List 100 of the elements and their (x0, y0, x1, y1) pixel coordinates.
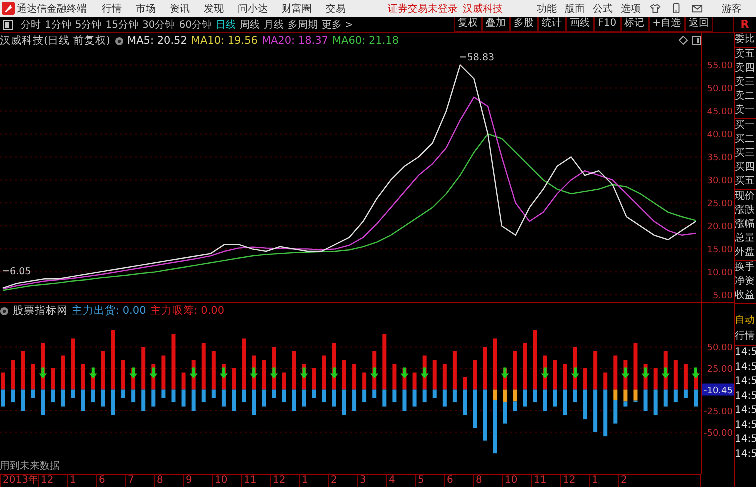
date-label: 1 (299, 475, 328, 487)
section-tab[interactable]: 行情 (735, 329, 756, 346)
shirt-icon[interactable] (650, 3, 661, 14)
menu-item[interactable]: 问小达 (238, 2, 268, 16)
gear-icon[interactable] (0, 306, 9, 316)
menu-item[interactable]: 发现 (204, 2, 224, 16)
date-label: 12 (38, 475, 67, 487)
chart-tool-button[interactable]: 多股 (510, 17, 538, 32)
date-label: 8 (154, 475, 183, 487)
menu-item[interactable]: 财富圈 (282, 2, 312, 16)
down-arrow-icon (150, 368, 158, 379)
chart-tool-button[interactable]: F10 (594, 17, 621, 32)
panel-toggle-icon[interactable] (3, 20, 13, 30)
corner-label[interactable]: R (733, 16, 756, 32)
down-arrow-icon (220, 368, 228, 379)
chart-tool-button[interactable]: +自选 (648, 17, 685, 32)
date-label: 12 (560, 475, 589, 487)
stock-chart-title: 汉威科技(日线 前复权) (0, 34, 111, 48)
date-label: 5 (415, 475, 444, 487)
down-arrow-icon (692, 368, 700, 379)
down-arrow-icon (541, 368, 550, 379)
chart-tool-button[interactable]: 统计 (538, 17, 566, 32)
down-arrow-icon (420, 368, 429, 379)
chart-tool-button[interactable]: 标记 (620, 17, 649, 32)
date-label: 11 (241, 475, 270, 487)
period-tab[interactable]: 周线 (240, 18, 260, 32)
menu-item[interactable]: 交易 (326, 2, 346, 16)
quote-field-label: 外盘 (735, 246, 756, 260)
date-label: 2013年 (0, 475, 38, 487)
app-title: 通达信金融终端 (17, 2, 87, 16)
period-tab[interactable]: 更多 > (322, 18, 354, 32)
period-tab[interactable]: 30分钟 (142, 18, 176, 32)
axis-label: 50.00 (707, 84, 733, 95)
low-price-label: 6.05 (2, 266, 32, 278)
date-label: 3 (357, 475, 386, 487)
chart-tool-button[interactable]: 画线 (566, 17, 594, 32)
axis-label: 35.00 (707, 154, 733, 164)
down-arrow-icon (400, 368, 409, 379)
moving-average-value: MA10: 19.56 (191, 35, 258, 47)
warning-text: 用到未来数据 (0, 460, 60, 473)
period-tab[interactable]: 60分钟 (179, 18, 212, 32)
date-label: 10 (212, 475, 241, 487)
period-tab[interactable]: 分时 (21, 18, 41, 32)
date-label: 2 (328, 475, 357, 487)
date-label: 2 (618, 475, 647, 487)
down-arrow-icon (270, 368, 278, 379)
quote-field-label: 卖五 (735, 48, 756, 62)
menu-item[interactable]: 公式 (593, 2, 613, 16)
menu-item[interactable]: 行情 (102, 2, 122, 16)
high-price-label: 58.83 (460, 52, 495, 64)
down-arrow-icon (622, 368, 630, 379)
axis-label: 45.00 (707, 108, 733, 118)
stock-name: 汉威科技 (463, 2, 503, 16)
quote-field-label: 净资 (735, 275, 756, 289)
quote-field-label: 卖二 (735, 90, 756, 104)
date-label: 11 (531, 475, 560, 487)
quote-field-label: 买四 (735, 161, 756, 175)
mode-label[interactable]: 自动 (735, 313, 756, 329)
down-arrow-icon (250, 368, 258, 379)
phone-icon[interactable] (671, 3, 682, 14)
menu-item[interactable]: 资讯 (170, 2, 190, 16)
axis-label: 50.00 (707, 344, 733, 354)
down-arrow-icon (501, 368, 510, 379)
menu-item[interactable]: 功能 (537, 2, 557, 16)
chart-tool-button[interactable]: 复权 (454, 17, 482, 32)
period-tab[interactable]: 月线 (264, 18, 284, 32)
user-label[interactable]: 游客 (722, 2, 742, 16)
axis-label: 40.00 (707, 130, 733, 141)
indicator-title: 股票指标网 (13, 304, 68, 318)
period-tab[interactable]: 15分钟 (106, 18, 138, 32)
period-tab[interactable]: 日线 (216, 18, 236, 32)
period-tab[interactable]: 多周期 (288, 18, 318, 32)
date-label: 8 (473, 475, 502, 487)
down-arrow-icon (190, 368, 198, 379)
chart-tool-button[interactable]: 返回 (685, 17, 713, 32)
mail-icon[interactable] (692, 3, 703, 14)
quote-field-label: 卖三 (735, 76, 756, 90)
date-label: 6 (444, 475, 473, 487)
quote-field-label: 买五 (735, 175, 756, 189)
chart-tool-button[interactable]: 叠加 (482, 17, 510, 32)
gear-icon[interactable] (114, 36, 124, 46)
moving-average-value: MA20: 18.37 (262, 35, 328, 47)
menu-item[interactable]: 选项 (621, 2, 641, 16)
login-status[interactable]: 证券交易未登录 (388, 2, 458, 16)
quote-field-label: 总量 (735, 232, 756, 246)
date-label: 7 (125, 475, 154, 487)
axis-label: 5.00 (712, 292, 733, 302)
period-tab[interactable]: 5分钟 (75, 18, 102, 32)
menu-item[interactable]: 市场 (136, 2, 156, 16)
panel-toggle-icon[interactable] (692, 36, 701, 45)
quote-field-label: 收益 (735, 289, 756, 303)
down-arrow-icon (571, 368, 580, 379)
axis-label: 25.00 (707, 365, 733, 375)
period-tab[interactable]: 1分钟 (45, 18, 72, 32)
menu-item[interactable]: 版面 (565, 2, 585, 16)
date-label: 4 (386, 475, 415, 487)
axis-label: 15.00 (707, 246, 733, 256)
diamond-icon[interactable] (679, 36, 688, 45)
axis-label: -50.00 (704, 428, 733, 439)
date-label: 9 (183, 475, 212, 487)
